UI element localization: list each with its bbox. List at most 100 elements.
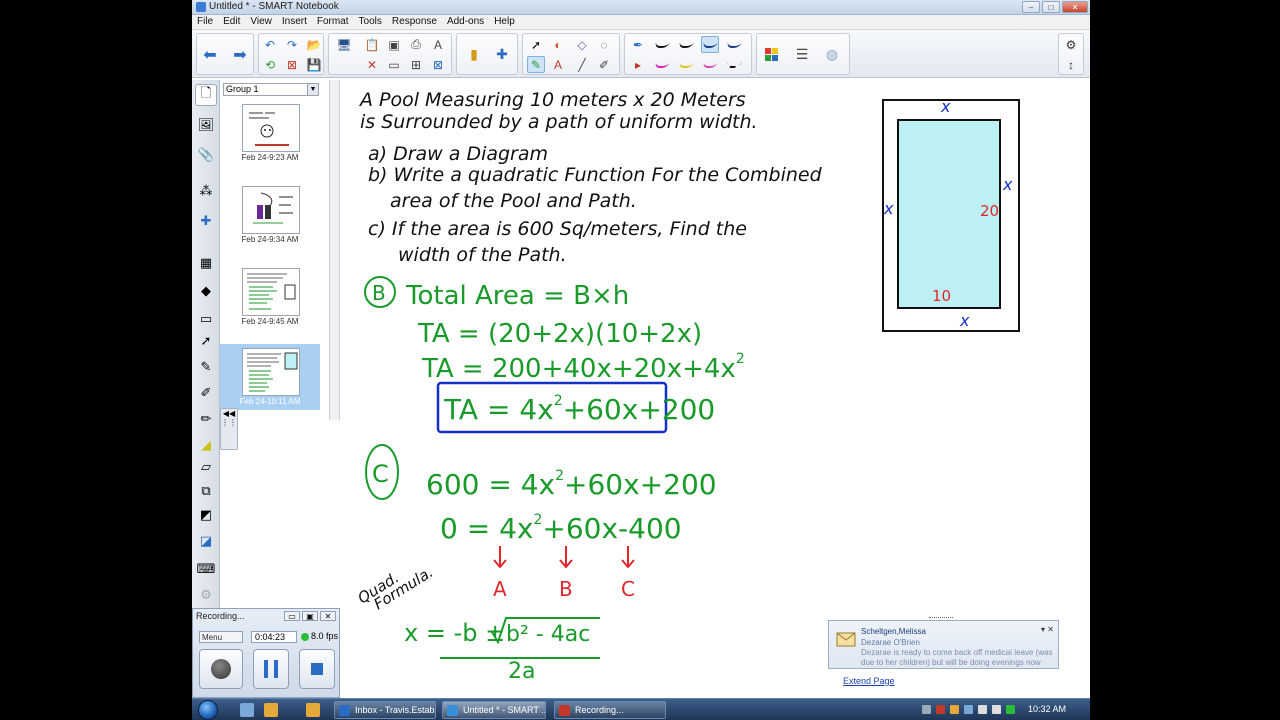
minimize-button[interactable]: –: [1022, 1, 1040, 13]
refresh-icon[interactable]: ⟲: [261, 56, 279, 73]
select-tool-icon[interactable]: ➚: [195, 330, 217, 352]
eraser-side-icon[interactable]: ▱: [195, 456, 217, 478]
menu-file[interactable]: File: [192, 15, 218, 27]
shapes-icon[interactable]: ◌: [595, 36, 613, 53]
menu-response[interactable]: Response: [387, 15, 442, 27]
spell-check-icon[interactable]: A: [429, 36, 447, 53]
pen-style-black[interactable]: [653, 36, 671, 53]
blank-tool-icon[interactable]: ▭: [195, 308, 217, 330]
save-icon[interactable]: 💾: [305, 56, 323, 73]
fullscreen-close-icon[interactable]: ⊠: [429, 56, 447, 73]
more-tools-icon[interactable]: ⚙: [195, 584, 217, 606]
recorder-restore-button[interactable]: ▣: [302, 611, 318, 621]
redo-icon[interactable]: ↷: [283, 36, 301, 53]
move-toolbar-icon[interactable]: ↕: [1062, 56, 1080, 73]
camera-icon[interactable]: ⎙: [407, 36, 425, 53]
addon-icon[interactable]: ▮: [465, 46, 483, 63]
previous-page-arrow-icon[interactable]: ⬅: [201, 46, 219, 64]
maximize-button[interactable]: □: [1042, 1, 1060, 13]
page-sorter-tab-icon[interactable]: 🗋: [195, 84, 217, 106]
stop-button[interactable]: [299, 649, 335, 689]
recorder-minimize-button[interactable]: ▭: [284, 611, 300, 621]
highlighter-side-icon[interactable]: ◢: [195, 434, 217, 456]
whiteboard-canvas[interactable]: A Pool Measuring 10 meters x 20 Meters i…: [342, 80, 1090, 698]
fill-tool-icon[interactable]: ◆: [195, 280, 217, 302]
screenshot-icon[interactable]: ▣: [385, 36, 403, 53]
magic-pen-icon[interactable]: ✐: [595, 56, 613, 73]
notification-close-icon[interactable]: ✕: [1047, 625, 1054, 634]
attachments-tab-icon[interactable]: 📎: [195, 144, 217, 166]
select-arrow-icon[interactable]: ➚: [527, 36, 545, 53]
creative-pen-icon[interactable]: ✐: [195, 382, 217, 404]
gallery-tab-icon[interactable]: 🖼: [195, 114, 217, 136]
fill-icon[interactable]: ◐: [549, 36, 567, 53]
highlighter-icon[interactable]: ▸: [629, 56, 647, 73]
line-icon[interactable]: ╱: [573, 56, 591, 73]
display-icon[interactable]: 🖥: [335, 36, 353, 53]
pen-style-dashed[interactable]: [725, 56, 743, 73]
tray-icon-1[interactable]: [922, 705, 931, 714]
pen-style-pink[interactable]: [701, 56, 719, 73]
group-select[interactable]: Group 1 ▼: [223, 83, 319, 96]
undo-icon[interactable]: ↶: [261, 36, 279, 53]
gear-icon[interactable]: ⚙: [1062, 36, 1080, 53]
capture-icon[interactable]: ⧉: [195, 480, 217, 502]
task-outlook-inbox[interactable]: Inbox - Travis.Estabr...: [334, 701, 436, 719]
extend-page-link[interactable]: Extend Page: [843, 676, 895, 686]
menu-insert[interactable]: Insert: [277, 15, 312, 27]
page-thumbnail-2[interactable]: Feb 24-9:34 AM: [220, 182, 320, 248]
task-smart-notebook[interactable]: Untitled * - SMART ...: [442, 701, 546, 719]
properties-tab-icon[interactable]: ⁂: [195, 180, 217, 202]
color-palette-icon[interactable]: [763, 46, 781, 63]
pen-tool-icon[interactable]: ✎: [527, 56, 545, 73]
network-icon[interactable]: [978, 705, 987, 714]
collapse-sidebar-button[interactable]: ◀◀ ⋮⋮: [220, 408, 238, 450]
transparency-icon[interactable]: ◍: [823, 46, 841, 63]
page-thumbnail-3[interactable]: Feb 24-9:45 AM: [220, 264, 320, 330]
menu-edit[interactable]: Edit: [218, 15, 245, 27]
recorder-menu-dropdown[interactable]: Menu: [199, 631, 243, 643]
pen-side-icon[interactable]: ✎: [195, 356, 217, 378]
marker-icon[interactable]: ✏: [195, 408, 217, 430]
menu-addons[interactable]: Add-ons: [442, 15, 489, 27]
pen-style-blue-selected[interactable]: [701, 36, 719, 53]
pen-style-blue[interactable]: [725, 36, 743, 53]
addons-tab-icon[interactable]: ✚: [195, 210, 217, 232]
paste-icon[interactable]: 📋: [363, 36, 381, 53]
keyboard-icon[interactable]: ⌨: [195, 558, 217, 580]
pen-style-black-2[interactable]: [677, 36, 695, 53]
record-button[interactable]: [199, 649, 243, 689]
page-thumbnail-4-selected[interactable]: Feb 24-10:11 AM: [220, 344, 320, 410]
pen-style-yellow[interactable]: [677, 56, 695, 73]
calculator-icon[interactable]: ▦: [195, 252, 217, 274]
open-folder-icon[interactable]: 📂: [305, 36, 323, 53]
next-page-arrow-icon[interactable]: ➡: [231, 46, 249, 64]
pen-style-magenta[interactable]: [653, 56, 671, 73]
page-thumbnail-1[interactable]: Feb 24-9:23 AM: [220, 100, 320, 166]
sorter-scrollbar[interactable]: [330, 80, 340, 420]
tray-icon-2[interactable]: [936, 705, 945, 714]
media-player-icon[interactable]: [306, 703, 320, 717]
task-recording[interactable]: Recording...: [554, 701, 666, 719]
table-icon[interactable]: ⊞: [407, 56, 425, 73]
delete-page-icon[interactable]: ⊠: [283, 56, 301, 73]
menu-format[interactable]: Format: [312, 15, 354, 27]
menu-tools[interactable]: Tools: [354, 15, 387, 27]
close-button[interactable]: ✕: [1062, 1, 1088, 13]
pause-button[interactable]: [253, 649, 289, 689]
text-icon[interactable]: A: [549, 56, 567, 73]
pen-icon[interactable]: ✒: [629, 36, 647, 53]
start-button[interactable]: [198, 700, 218, 720]
notification-menu-icon[interactable]: ▾: [1041, 625, 1045, 634]
recorder-close-button[interactable]: ✕: [320, 611, 336, 621]
volume-icon[interactable]: [992, 705, 1001, 714]
delete-icon[interactable]: ✕: [363, 56, 381, 73]
menu-view[interactable]: View: [245, 15, 277, 27]
email-notification[interactable]: Scheltgen,Melissa Dezarae O'Brien Dezara…: [828, 617, 1059, 669]
taskbar-clock[interactable]: 10:32 AM: [1028, 704, 1066, 714]
tray-icon-4[interactable]: [964, 705, 973, 714]
screen-shade-icon[interactable]: ▭: [385, 56, 403, 73]
show-desktop-icon[interactable]: [240, 703, 254, 717]
tray-icon-3[interactable]: [950, 705, 959, 714]
tray-icon-5[interactable]: [1006, 705, 1015, 714]
